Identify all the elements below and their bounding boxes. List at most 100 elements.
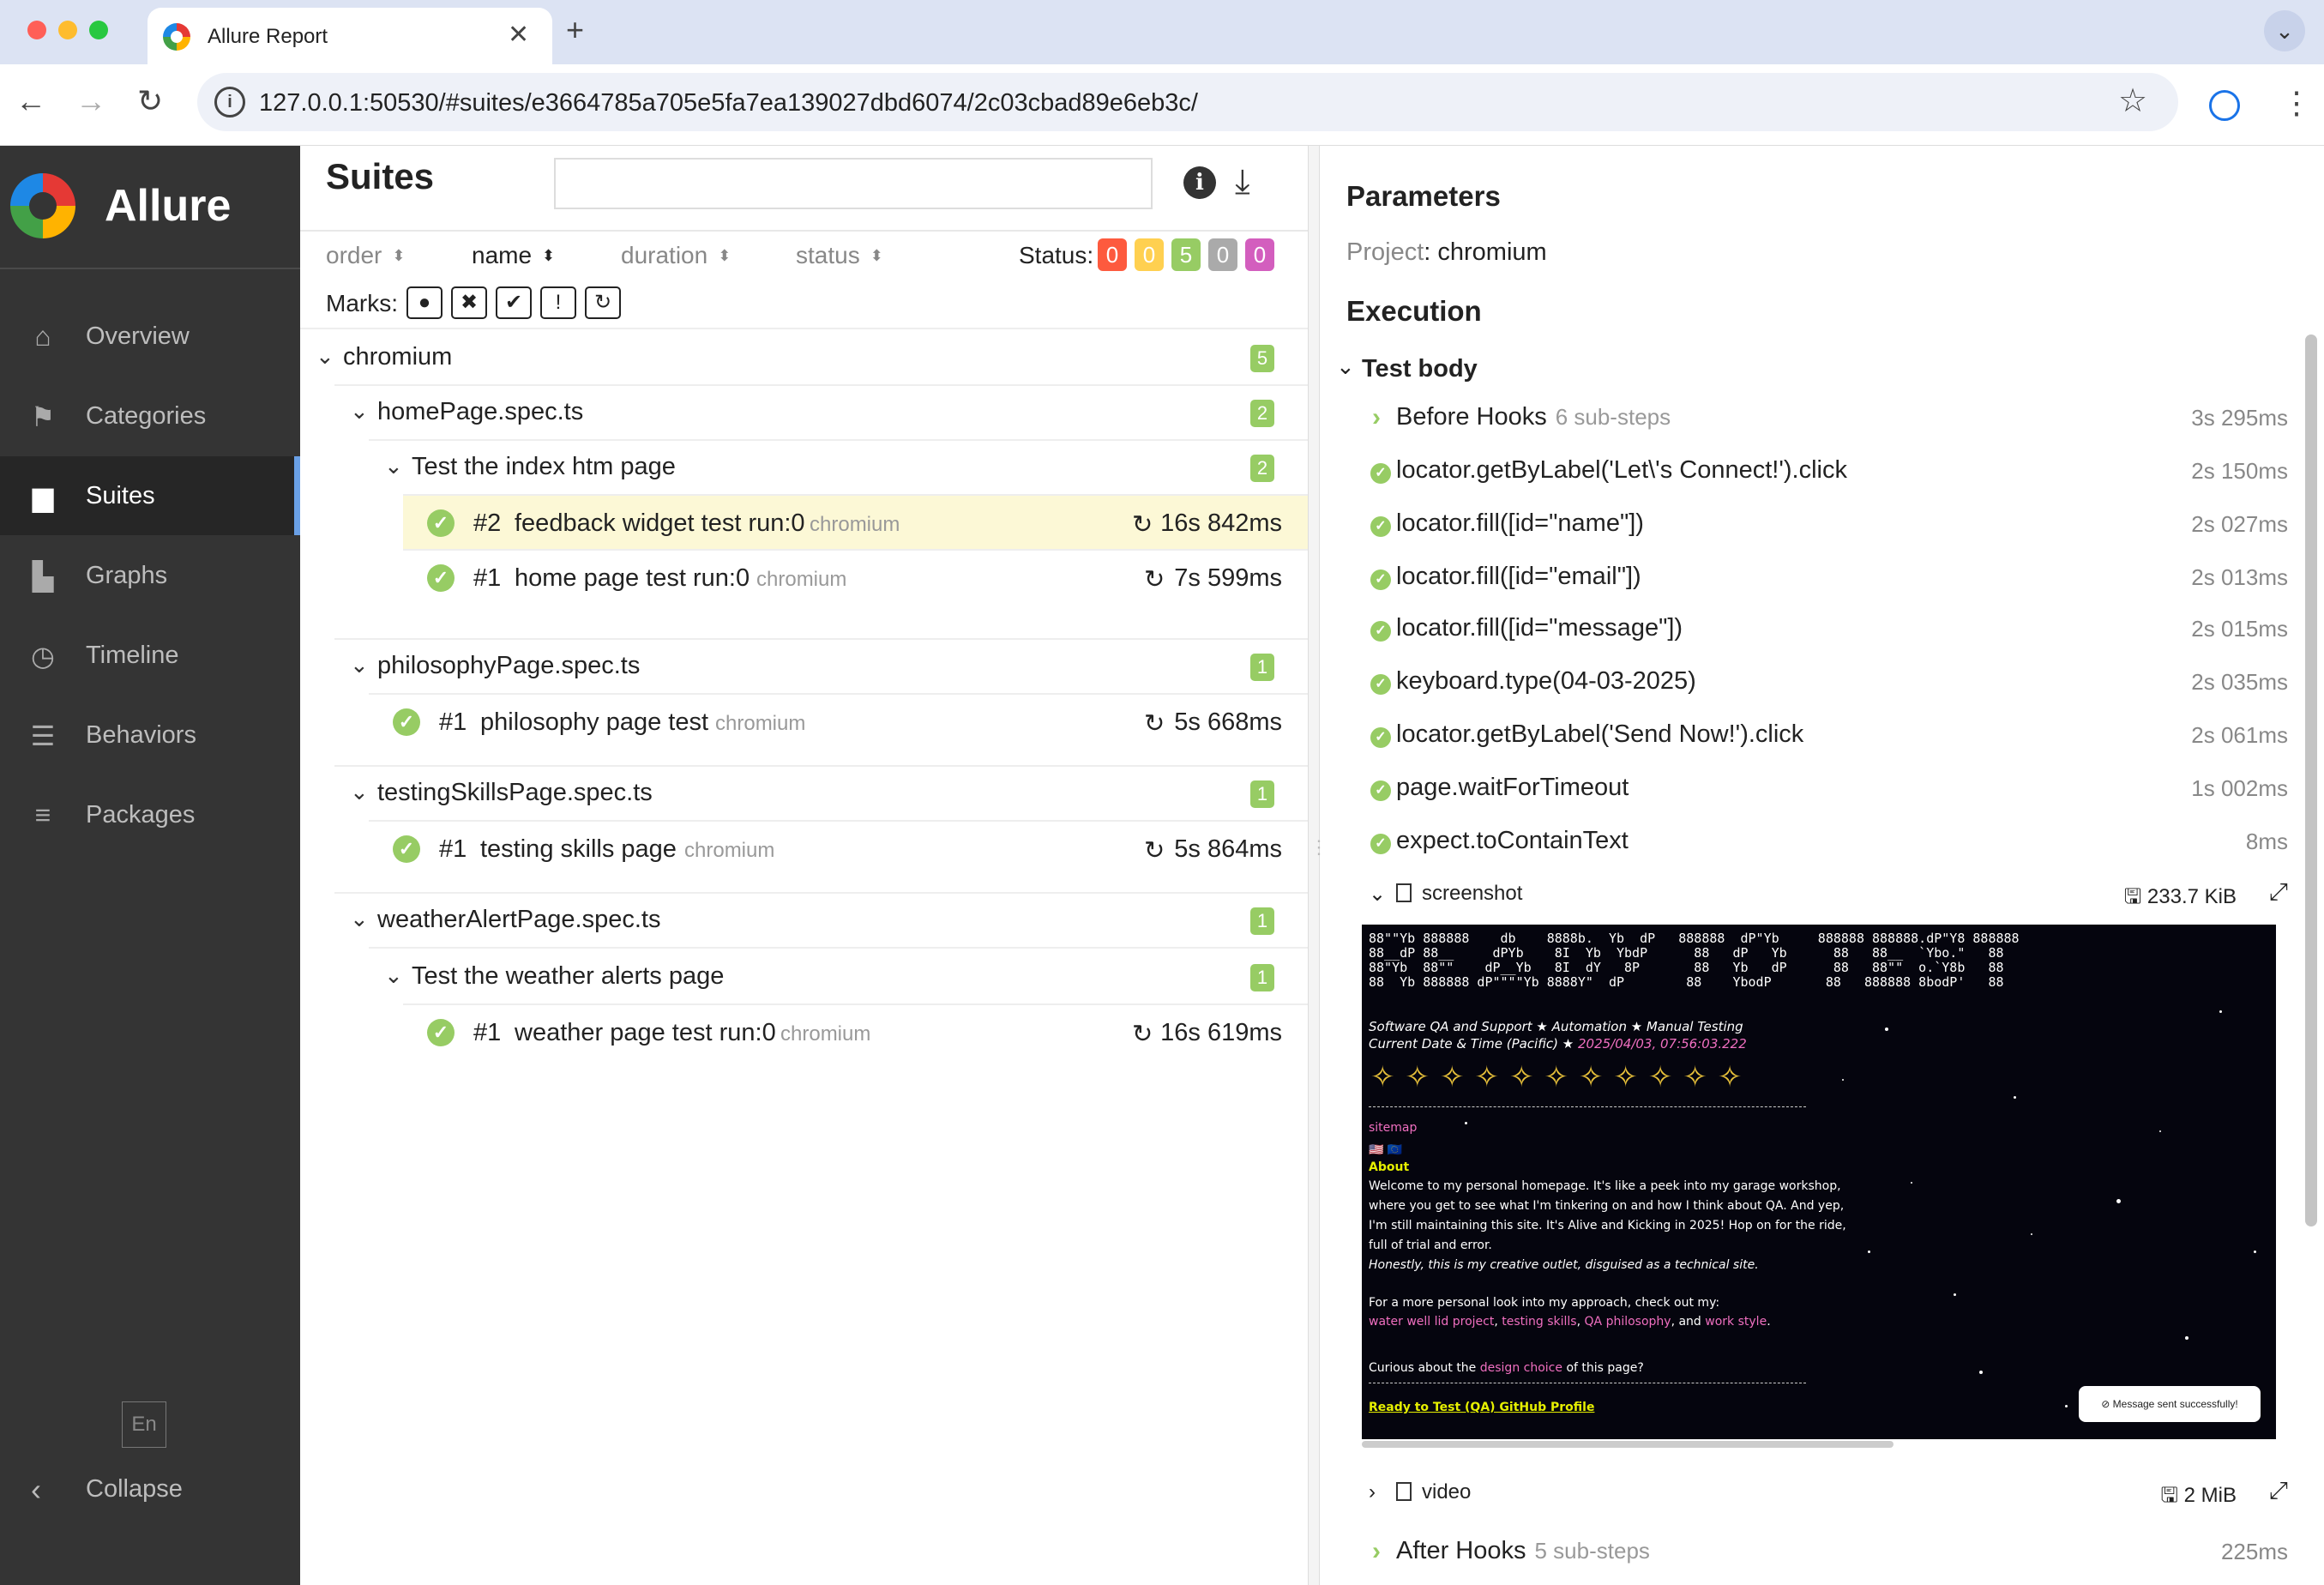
- profile-icon[interactable]: [2209, 90, 2240, 121]
- step-name: locator.getByLabel('Send Now!').click: [1396, 720, 1804, 748]
- bookmark-star-icon[interactable]: ☆: [2118, 81, 2147, 120]
- horizontal-scrollbar[interactable]: [1362, 1441, 1894, 1448]
- collapse-button[interactable]: Collapse: [86, 1475, 183, 1504]
- info-icon[interactable]: i: [1183, 166, 1216, 199]
- test-row-philosophy-page[interactable]: ✓ #1 philosophy page test chromium ↻ 5s …: [369, 695, 1308, 750]
- step-row[interactable]: ✓ page.waitForTimeout 1s 002ms: [1319, 762, 2288, 815]
- test-body-toggle[interactable]: Test body: [1362, 355, 1478, 383]
- window-close-button[interactable]: [27, 21, 46, 39]
- reload-icon[interactable]: ↻: [137, 83, 163, 119]
- passed-icon: ✓: [1370, 727, 1391, 748]
- step-name: locator.fill([id="name"]): [1396, 509, 1644, 537]
- tab-search-icon[interactable]: ⌄: [2264, 10, 2305, 51]
- sort-duration-button[interactable]: duration ⬍: [621, 242, 731, 269]
- chevron-down-icon: ⌄: [316, 343, 334, 369]
- url-text[interactable]: 127.0.0.1:50530/#suites/e3664785a705e5fa…: [259, 89, 1198, 118]
- suite-name: Test the weather alerts page: [412, 962, 725, 990]
- count-badge: 1: [1250, 907, 1274, 935]
- test-name: feedback widget test run:0: [515, 509, 805, 537]
- clock-icon: ◷: [31, 641, 55, 672]
- screenshot-preview[interactable]: 88""Yb 888888 db 8888b. Yb dP 888888 dP"…: [1362, 925, 2276, 1439]
- page-title: Suites: [326, 156, 435, 196]
- test-duration: 5s 668ms: [1174, 708, 1282, 736]
- retries-icon[interactable]: ↻: [585, 286, 621, 319]
- sidebar-item-graphs[interactable]: ▙ Graphs: [0, 536, 300, 615]
- suite-row-weather-alerts-page[interactable]: ⌄ Test the weather alerts page 1: [300, 950, 1308, 1005]
- success-toast: ⊘ Message sent successfully!: [2079, 1386, 2261, 1422]
- test-row-feedback-widget[interactable]: ✓ #2 feedback widget test run:0 chromium…: [403, 496, 1308, 551]
- search-input[interactable]: [554, 158, 1153, 209]
- address-bar[interactable]: i 127.0.0.1:50530/#suites/e3664785a705e5…: [197, 73, 2178, 131]
- status-skipped-toggle[interactable]: 0: [1208, 238, 1237, 271]
- sidebar-item-packages[interactable]: ≡ Packages: [0, 775, 300, 854]
- chevron-down-icon: ⌄: [384, 962, 403, 988]
- new-passed-icon[interactable]: ✔: [496, 286, 532, 319]
- suite-row-weather-alert[interactable]: ⌄ weatherAlertPage.spec.ts 1: [300, 894, 1308, 949]
- pane-splitter[interactable]: [1308, 146, 1320, 1585]
- suite-row-testing-skills[interactable]: ⌄ testingSkillsPage.spec.ts 1: [300, 767, 1308, 822]
- step-name: keyboard.type(04-03-2025): [1396, 667, 1696, 695]
- chevron-down-icon: ⌄: [384, 453, 403, 479]
- suite-row-homepage[interactable]: ⌄ homePage.spec.ts 2: [300, 386, 1308, 441]
- forward-icon[interactable]: →: [75, 83, 106, 119]
- sort-status-button[interactable]: status ⬍: [796, 242, 883, 269]
- test-row-testing-skills[interactable]: ✓ #1 testing skills page chromium ↻ 5s 8…: [369, 822, 1308, 877]
- status-passed-toggle[interactable]: 5: [1171, 238, 1201, 271]
- suite-name: homePage.spec.ts: [377, 398, 584, 425]
- sidebar-item-suites[interactable]: ▆ Suites: [0, 456, 300, 535]
- step-row[interactable]: ✓ locator.getByLabel('Send Now!').click …: [1319, 708, 2288, 762]
- test-row-weather-page[interactable]: ✓ #1 weather page test run:0 chromium ↻ …: [403, 1005, 1308, 1060]
- new-broken-icon[interactable]: !: [540, 286, 576, 319]
- chevron-left-icon[interactable]: ‹: [31, 1472, 41, 1508]
- status-failed-toggle[interactable]: 0: [1098, 238, 1127, 271]
- flaky-bomb-icon[interactable]: ●: [406, 286, 443, 319]
- expand-icon[interactable]: ⤢: [2269, 878, 2288, 907]
- sidebar-item-behaviors[interactable]: ☰ Behaviors: [0, 696, 300, 774]
- language-switch-button[interactable]: En: [122, 1401, 166, 1448]
- new-failed-icon[interactable]: ✖: [451, 286, 487, 319]
- step-row[interactable]: ✓ locator.fill([id="email"]) 2s 013ms: [1319, 551, 2288, 604]
- step-row[interactable]: ✓ locator.fill([id="message"]) 2s 015ms: [1319, 602, 2288, 655]
- tagline: Software QA and Support ★ Automation ★ M…: [1369, 1019, 1743, 1034]
- suite-row-philosophy[interactable]: ⌄ philosophyPage.spec.ts 1: [300, 640, 1308, 695]
- sort-order-button[interactable]: order ⬍: [326, 242, 405, 269]
- step-after-hooks[interactable]: › After Hooks 5 sub-steps 225ms: [1319, 1525, 2288, 1578]
- passed-icon: ✓: [1370, 516, 1391, 537]
- test-name: philosophy page test: [480, 708, 709, 736]
- sidebar-item-categories[interactable]: ⚑ Categories: [0, 377, 300, 455]
- chevron-down-icon[interactable]: ⌄: [1336, 353, 1355, 380]
- attachment-video[interactable]: › video 🖫 2 MiB ⤢: [1319, 1474, 2288, 1516]
- back-icon[interactable]: ←: [15, 83, 46, 119]
- download-icon[interactable]: ⤓: [1235, 163, 1250, 202]
- window-maximize-button[interactable]: [89, 21, 108, 39]
- step-duration: 2s 013ms: [2191, 564, 2288, 590]
- new-tab-button[interactable]: +: [566, 12, 584, 48]
- vertical-scrollbar[interactable]: [2305, 334, 2317, 1226]
- step-name: expect.toContainText: [1396, 827, 1629, 854]
- step-row[interactable]: ✓ expect.toContainText 8ms: [1319, 815, 2288, 868]
- browser-tab[interactable]: Allure Report ✕: [148, 8, 552, 64]
- status-broken-toggle[interactable]: 0: [1135, 238, 1164, 271]
- window-minimize-button[interactable]: [58, 21, 77, 39]
- sort-name-button[interactable]: name ⬍: [472, 242, 555, 269]
- status-unknown-toggle[interactable]: 0: [1245, 238, 1274, 271]
- suite-row-chromium[interactable]: ⌄ chromium 5: [300, 331, 1308, 386]
- step-before-hooks[interactable]: › Before Hooks 6 sub-steps 3s 295ms: [1319, 391, 2288, 444]
- suite-row-index[interactable]: ⌄ Test the index htm page 2: [300, 441, 1308, 496]
- retries-icon: ↻: [1132, 511, 1153, 539]
- step-row[interactable]: ✓ locator.fill([id="name"]) 2s 027ms: [1319, 497, 2288, 551]
- expand-icon[interactable]: ⤢: [2269, 1477, 2288, 1505]
- step-row[interactable]: ✓ keyboard.type(04-03-2025) 2s 035ms: [1319, 655, 2288, 708]
- briefcase-icon: ▆: [32, 481, 54, 512]
- step-row[interactable]: ✓ locator.getByLabel('Let\'s Connect!').…: [1319, 444, 2288, 497]
- test-row-home-page[interactable]: ✓ #1 home page test run:0 chromium ↻ 7s …: [403, 551, 1308, 606]
- sidebar-item-timeline[interactable]: ◷ Timeline: [0, 616, 300, 695]
- sidebar-item-overview[interactable]: ⌂ Overview: [0, 297, 300, 376]
- attachment-screenshot[interactable]: ⌄ screenshot 🖫 233.7 KiB ⤢: [1319, 875, 2288, 918]
- tab-close-icon[interactable]: ✕: [508, 20, 529, 50]
- parameter-key: Project: [1346, 238, 1424, 266]
- passed-icon: ✓: [1370, 570, 1391, 590]
- browser-menu-icon[interactable]: ⋮: [2281, 85, 2312, 121]
- step-duration: 225ms: [2220, 1539, 2288, 1564]
- site-info-icon[interactable]: i: [214, 87, 245, 118]
